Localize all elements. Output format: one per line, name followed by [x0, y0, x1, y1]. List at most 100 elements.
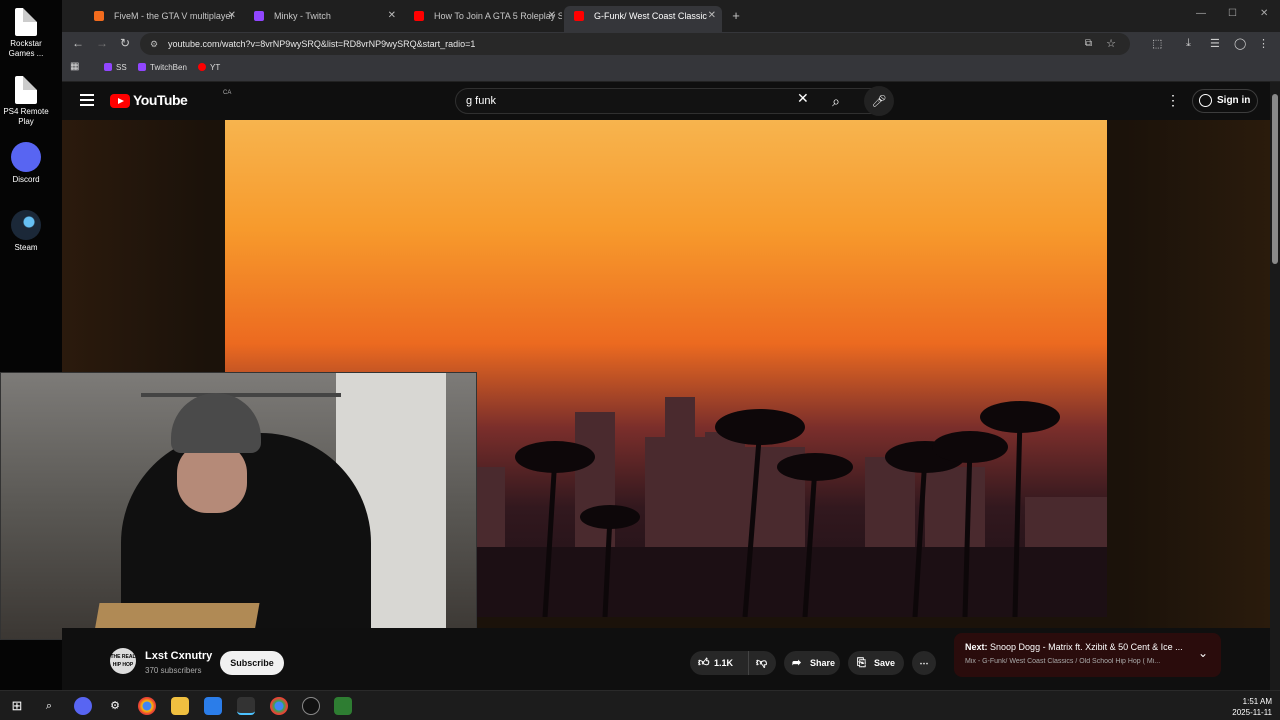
like-count: 1.1K [714, 658, 734, 668]
chrome-icon[interactable] [138, 697, 156, 715]
account-icon [1199, 94, 1212, 107]
desktop-icon-ps4-remote-play[interactable]: PS4 Remote Play [0, 76, 52, 127]
address-bar[interactable]: ⚙ youtube.com/watch?v=8vrNP9wySRQ&list=R… [140, 33, 1130, 55]
windows-taskbar: ⊞ ⌕ ⚙ 1:51 AM 2025-11-11 [0, 690, 1280, 720]
tab-title: Minky - Twitch [274, 11, 331, 21]
dislike-button[interactable]: 👎︎ [748, 651, 767, 675]
bookmarks-bar: ▦ SS TwitchBen YT [62, 56, 1280, 82]
apps-grid-icon[interactable]: ▦ [70, 61, 79, 72]
system-clock[interactable]: 1:51 AM 2025-11-11 [1232, 696, 1272, 718]
desktop-icon-rockstar[interactable]: Rockstar Games ... [0, 8, 52, 59]
webcam-overlay [0, 372, 477, 640]
tab-g-funk[interactable]: G-Funk/ West Coast Classic ✕ [564, 6, 722, 32]
subscriber-count: 370 subscribers [145, 666, 202, 675]
twitch-icon [104, 63, 112, 71]
up-next-video-title: Snoop Dogg - Matrix ft. Xzibit & 50 Cent… [990, 642, 1183, 652]
desktop-icon-discord[interactable]: Discord [0, 142, 52, 185]
tab-title: G-Funk/ West Coast Classic [594, 11, 707, 21]
discord-icon [11, 142, 41, 172]
bookmark-label: TwitchBen [150, 63, 187, 72]
browser-tab-bar: FiveM - the GTA V multiplayer ✕ Minky - … [62, 0, 1280, 32]
url-text: youtube.com/watch?v=8vrNP9wySRQ&list=RD8… [168, 39, 476, 49]
obs-icon[interactable] [302, 697, 320, 715]
desktop-icon-label: Rockstar Games ... [8, 39, 44, 58]
bookmark-twitchben[interactable]: TwitchBen [138, 63, 187, 72]
close-tab-icon[interactable]: ✕ [388, 6, 396, 26]
tab-fivem[interactable]: FiveM - the GTA V multiplayer ✕ [84, 6, 242, 32]
share-icon: ➦ [792, 657, 802, 669]
channel-name[interactable]: Lxst Cxnutry [145, 650, 212, 662]
microphone-icon[interactable]: 🎤︎ [864, 86, 894, 116]
rockstar-icon [15, 8, 37, 36]
subscribe-button[interactable]: Subscribe [220, 651, 284, 675]
webcam-face [177, 443, 247, 513]
youtube-icon [414, 11, 424, 21]
search-input[interactable]: g funk [455, 88, 875, 114]
close-tab-icon[interactable]: ✕ [228, 6, 236, 26]
tab-gta-roleplay[interactable]: How To Join A GTA 5 Roleplay S ✕ [404, 6, 562, 32]
maximize-icon[interactable]: ☐ [1228, 8, 1237, 19]
more-actions-button[interactable]: ⋯ [912, 651, 936, 675]
reload-icon[interactable]: ↻ [120, 36, 130, 50]
video-info-bar: THE REAL HIP HOP Lxst Cxnutry 370 subscr… [62, 628, 1270, 690]
back-icon[interactable]: ← [72, 36, 84, 50]
app-icon[interactable] [334, 697, 352, 715]
site-info-icon[interactable]: ⚙ [150, 33, 158, 55]
discord-taskbar-icon[interactable] [74, 697, 92, 715]
twitch-icon [254, 11, 264, 21]
channel-avatar[interactable]: THE REAL HIP HOP [110, 648, 136, 674]
thumbs-up-icon: 👍︎ [698, 657, 710, 669]
install-app-icon[interactable]: ⧉ [1085, 33, 1092, 55]
sign-in-button[interactable]: Sign in [1192, 89, 1258, 113]
app-icon[interactable] [204, 697, 222, 715]
desktop-icon-label: Steam [14, 243, 38, 252]
ps4-icon [15, 76, 37, 104]
new-tab-button[interactable]: + [724, 6, 748, 32]
youtube-icon [198, 63, 206, 71]
desktop-icon-label: Discord [12, 175, 40, 184]
settings-gear-icon[interactable]: ⚙ [106, 697, 124, 715]
bookmark-star-icon[interactable]: ☆ [1106, 33, 1116, 55]
settings-kebab-icon[interactable]: ⋮ [1166, 92, 1180, 109]
bookmark-label: YT [210, 63, 221, 72]
youtube-header: YouTube CA g funk ✕ ⌕ 🎤︎ ⋮ Sign in [62, 82, 1270, 120]
download-icon[interactable]: ⤓ [1186, 37, 1191, 50]
close-tab-icon[interactable]: ✕ [548, 6, 556, 26]
up-next-title: Next: Snoop Dogg - Matrix ft. Xzibit & 5… [965, 642, 1190, 652]
tab-title: FiveM - the GTA V multiplayer [114, 11, 234, 21]
windows-start-icon[interactable]: ⊞ [8, 697, 26, 715]
up-next-prefix: Next: [965, 642, 988, 652]
share-button[interactable]: ➦ Share [784, 651, 840, 675]
bookmark-yt[interactable]: YT [198, 63, 220, 72]
media-icon[interactable]: ☰ [1210, 37, 1220, 50]
chrome-icon[interactable] [270, 697, 288, 715]
file-explorer-icon[interactable] [171, 697, 189, 715]
minimize-icon[interactable]: — [1196, 8, 1206, 19]
up-next-subtitle: Mix - G-Funk/ West Coast Classics / Old … [965, 658, 1161, 665]
search-icon[interactable]: ⌕ [816, 88, 856, 114]
save-button[interactable]: ⎘ Save [848, 651, 904, 675]
page-scrollbar[interactable] [1270, 82, 1280, 690]
up-next-card[interactable]: Next: Snoop Dogg - Matrix ft. Xzibit & 5… [954, 633, 1221, 677]
profile-icon[interactable]: ◯ [1234, 37, 1246, 50]
scrollbar-thumb[interactable] [1272, 94, 1278, 264]
desktop-icon-label: PS4 Remote Play [3, 107, 49, 126]
menu-icon[interactable] [80, 94, 94, 106]
tab-twitch[interactable]: Minky - Twitch ✕ [244, 6, 402, 32]
close-window-icon[interactable]: ✕ [1260, 8, 1268, 19]
clear-search-icon[interactable]: ✕ [797, 90, 809, 107]
chevron-down-icon[interactable]: ⌄ [1198, 646, 1208, 660]
youtube-play-icon [110, 94, 130, 108]
tab-title: How To Join A GTA 5 Roleplay S [434, 11, 562, 21]
bookmark-ss[interactable]: SS [104, 63, 127, 72]
youtube-logo-text: YouTube [133, 92, 188, 108]
extensions-icon[interactable]: ⬚ [1152, 37, 1162, 50]
search-icon[interactable]: ⌕ [40, 697, 58, 715]
gta-taskbar-icon[interactable] [237, 697, 255, 715]
desktop-icon-steam[interactable]: Steam [0, 210, 52, 253]
close-tab-icon[interactable]: ✕ [708, 6, 716, 26]
search-value: g funk [466, 95, 496, 107]
forward-icon[interactable]: → [96, 36, 108, 50]
browser-menu-icon[interactable]: ⋮ [1258, 37, 1269, 50]
like-button[interactable]: 👍︎ 1.1K [696, 651, 748, 675]
